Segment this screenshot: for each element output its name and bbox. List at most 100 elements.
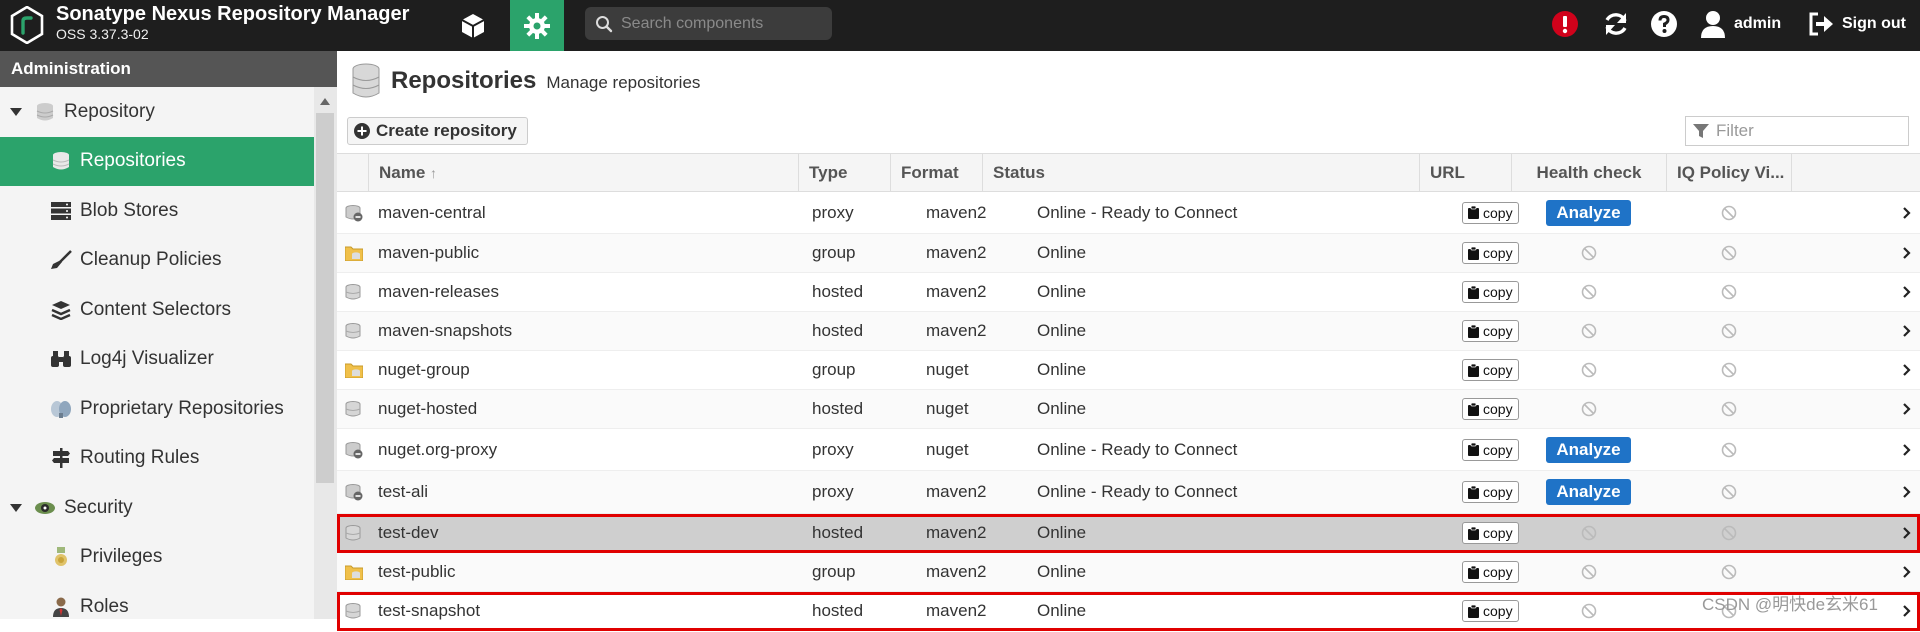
user-name: admin <box>1734 15 1782 32</box>
search-box[interactable] <box>585 7 832 40</box>
help-button[interactable] <box>1648 8 1680 40</box>
chevron-right-icon[interactable] <box>1897 192 1917 233</box>
table-row[interactable]: maven-releases hosted maven2 Online copy <box>337 273 1920 312</box>
chevron-right-icon[interactable] <box>1897 312 1917 350</box>
repo-type: group <box>812 562 856 581</box>
database-icon <box>352 63 380 98</box>
repo-type-icon-cell <box>345 234 368 272</box>
question-icon <box>1651 11 1677 37</box>
iq-policy-cell <box>1666 514 1791 552</box>
sidebar-item-roles[interactable]: Roles <box>0 582 314 632</box>
user-menu[interactable]: admin <box>1700 8 1781 40</box>
sidebar-item-blob-stores[interactable]: Blob Stores <box>0 186 314 236</box>
table-row[interactable]: test-public group maven2 Online copy <box>337 553 1920 592</box>
repo-type-icon-cell <box>345 390 368 428</box>
repo-format: maven2 <box>926 482 987 501</box>
sidebar-item-log4j-visualizer[interactable]: Log4j Visualizer <box>0 335 314 385</box>
table-row[interactable]: nuget.org-proxy proxy nuget Online - Ready … <box>337 429 1920 471</box>
signout-label: Sign out <box>1842 15 1906 32</box>
top-bar: Sonatype Nexus Repository Manager OSS 3.… <box>0 0 1920 51</box>
table-row[interactable]: nuget-group group nuget Online copy <box>337 351 1920 390</box>
plus-circle-icon <box>354 123 370 139</box>
not-available-icon <box>1581 245 1596 261</box>
repo-type: group <box>812 243 856 262</box>
column-header-icon <box>337 154 368 191</box>
search-input[interactable] <box>619 13 823 34</box>
sidebar-item-cleanup-policies[interactable]: Cleanup Policies <box>0 236 314 286</box>
table-row[interactable]: maven-central proxy maven2 Online - Ready t… <box>337 192 1920 234</box>
analyze-button[interactable]: Analyze <box>1546 199 1631 226</box>
iq-policy-cell <box>1666 471 1791 513</box>
repo-type-icon-cell <box>345 471 368 513</box>
column-header-type[interactable]: Type <box>798 154 890 191</box>
sidebar-item-label: Security <box>64 496 133 518</box>
column-header-health-check[interactable]: Health check <box>1511 154 1666 191</box>
chevron-right-icon[interactable] <box>1897 234 1917 272</box>
sidebar-item-label: Routing Rules <box>80 447 200 469</box>
chevron-right-icon[interactable] <box>1897 553 1917 591</box>
column-header-iq-policy[interactable]: IQ Policy Vi... <box>1666 154 1791 191</box>
repo-name: maven-releases <box>378 282 499 301</box>
proprietary-icon <box>50 398 72 420</box>
sidebar-item-content-selectors[interactable]: Content Selectors <box>0 285 314 335</box>
table-row[interactable]: test-dev hosted maven2 Online copy <box>337 514 1920 553</box>
chevron-right-icon[interactable] <box>1897 471 1917 513</box>
column-header-status[interactable]: Status <box>982 154 1419 191</box>
alert-button[interactable] <box>1549 8 1581 40</box>
proxy-repo-icon <box>345 484 363 501</box>
page-header: Repositories Manage repositories <box>351 61 700 101</box>
repo-name: maven-snapshots <box>378 321 513 340</box>
not-available-icon <box>1721 525 1736 541</box>
not-available-icon <box>1581 525 1596 541</box>
filter-input[interactable] <box>1714 120 1898 142</box>
sidebar-item-privileges[interactable]: Privileges <box>0 533 314 583</box>
chevron-right-icon[interactable] <box>1897 429 1917 470</box>
create-repository-button[interactable]: Create repository <box>347 117 528 145</box>
column-header-url[interactable]: URL <box>1419 154 1511 191</box>
repo-format: maven2 <box>926 562 987 581</box>
chevron-right-icon[interactable] <box>1897 592 1917 630</box>
clipboard-icon <box>1468 363 1479 377</box>
sidebar-item-routing-rules[interactable]: Routing Rules <box>0 434 314 484</box>
repo-type: proxy <box>812 439 854 459</box>
table-row[interactable]: nuget-hosted hosted nuget Online copy <box>337 390 1920 429</box>
repo-type-icon-cell <box>345 514 368 552</box>
nexus-logo-icon[interactable] <box>10 6 44 44</box>
signpost-icon <box>50 447 72 469</box>
caret-down-icon[interactable] <box>10 107 22 116</box>
table-row[interactable]: test-snapshot hosted maven2 Online copy <box>337 592 1920 631</box>
chevron-right-icon[interactable] <box>1897 273 1917 311</box>
table-row[interactable]: maven-snapshots hosted maven2 Online copy <box>337 312 1920 351</box>
sidebar-scroll-thumb[interactable] <box>316 113 334 483</box>
sidebar-item-repositories[interactable]: Repositories <box>0 136 314 186</box>
repo-type: hosted <box>812 321 864 340</box>
scroll-up-arrow-icon[interactable] <box>316 93 334 109</box>
repo-name: test-public <box>378 562 456 581</box>
repo-format: maven2 <box>926 202 987 222</box>
chevron-right-icon[interactable] <box>1897 514 1917 552</box>
browse-mode-button[interactable] <box>446 0 500 51</box>
admin-mode-button[interactable] <box>510 0 564 51</box>
hosted-repo-icon <box>345 323 361 339</box>
chevron-right-icon[interactable] <box>1897 390 1917 428</box>
sidebar-item-label: Roles <box>80 595 129 617</box>
clipboard-icon <box>1468 324 1479 338</box>
signout-button[interactable]: Sign out <box>1808 8 1906 40</box>
sidebar-category-security[interactable]: Security <box>0 483 314 533</box>
not-available-icon <box>1721 442 1736 457</box>
caret-down-icon[interactable] <box>10 503 22 512</box>
sidebar-category-repository[interactable]: Repository <box>0 87 314 137</box>
table-row[interactable]: test-ali proxy maven2 Online - Ready to Con… <box>337 471 1920 514</box>
sort-asc-icon: ↑ <box>430 165 438 181</box>
chevron-right-icon[interactable] <box>1897 351 1917 389</box>
column-header-name[interactable]: Name ↑ <box>368 154 798 191</box>
filter-box[interactable] <box>1685 116 1909 146</box>
analyze-button[interactable]: Analyze <box>1546 479 1631 505</box>
health-check-cell <box>1511 312 1666 350</box>
refresh-button[interactable] <box>1600 8 1632 40</box>
analyze-button[interactable]: Analyze <box>1546 436 1631 463</box>
column-header-format[interactable]: Format <box>890 154 982 191</box>
sidebar-item-proprietary-repositories[interactable]: Proprietary Repositories <box>0 384 314 434</box>
repo-type: hosted <box>812 523 864 542</box>
table-row[interactable]: maven-public group maven2 Online copy <box>337 234 1920 273</box>
